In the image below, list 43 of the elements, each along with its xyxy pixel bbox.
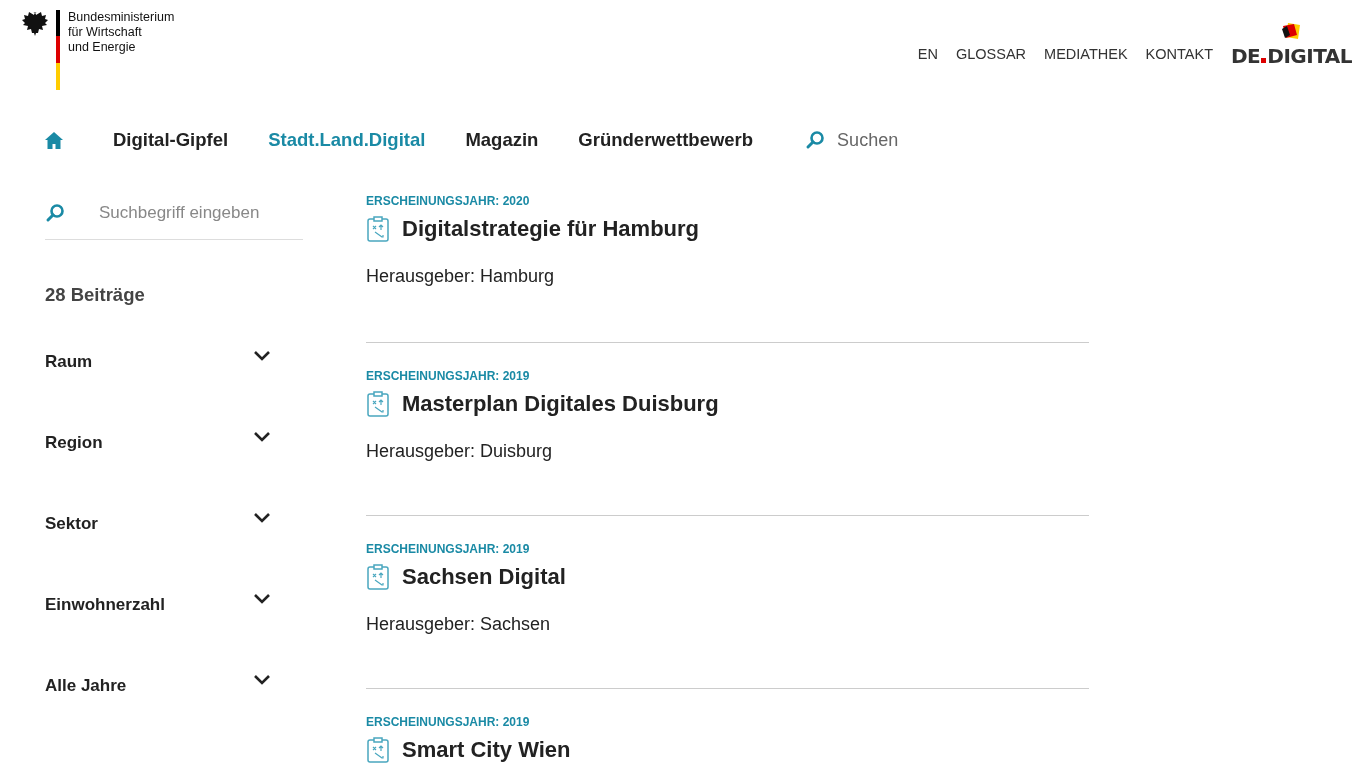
search-icon [805,130,826,150]
filter-label[interactable]: Region [45,433,103,453]
chevron-icon[interactable] [253,593,271,605]
clipboard-icon [366,564,390,590]
publication-year: ERSCHEINUNGSJAHR: 2019 [366,542,531,556]
result-title[interactable]: Digitalstrategie für Hamburg [402,216,700,242]
publisher-text: Herausgeber: Hamburg [366,266,556,287]
ministry-name-line: für Wirtschaft [68,25,143,40]
chevron-icon[interactable] [253,350,271,362]
filter-label[interactable]: Raum [45,352,93,372]
result-count: 28 Beiträge [45,284,146,306]
chevron-icon[interactable] [253,431,271,443]
nav-tab[interactable]: Digital-Gipfel [113,129,229,151]
top-link[interactable]: KONTAKT [1145,46,1213,62]
home-icon[interactable] [45,131,63,149]
top-link[interactable]: EN [917,46,938,62]
brand-logo[interactable]: DE DIGITAL [1231,20,1352,68]
filter-label[interactable]: Alle Jahre [45,676,127,696]
search-icon [45,202,65,223]
nav-tab[interactable]: Stadt.Land.Digital [268,129,426,151]
publication-year: ERSCHEINUNGSJAHR: 2019 [366,715,531,729]
publisher-text: Herausgeber: Duisburg [366,441,554,462]
clipboard-icon [366,737,390,763]
result-title[interactable]: Smart City Wien [402,737,571,763]
publisher-text: Herausgeber: Sachsen [366,614,552,635]
top-link[interactable]: GLOSSAR [955,46,1027,62]
publication-year: ERSCHEINUNGSJAHR: 2020 [366,194,531,208]
ministry-name-line: und Energie [68,40,137,55]
publication-year: ERSCHEINUNGSJAHR: 2019 [366,369,531,383]
chevron-icon[interactable] [253,512,271,524]
brand-text: DE [1231,44,1261,68]
nav-tab[interactable]: Gründerwettbewerb [578,129,754,151]
result-title[interactable]: Masterplan Digitales Duisburg [402,391,719,417]
ministry-name-line: Bundesministerium [68,10,175,25]
chevron-icon[interactable] [253,674,271,686]
clipboard-icon [366,391,390,417]
nav-tab[interactable]: Magazin [465,129,539,151]
top-link[interactable]: MEDIATHEK [1044,46,1128,62]
brand-text: DIGITAL [1267,44,1352,68]
filter-label[interactable]: Sektor [45,514,98,534]
clipboard-icon [366,216,390,242]
result-title[interactable]: Sachsen Digital [402,564,566,590]
filter-label[interactable]: Einwohnerzahl [45,595,165,615]
